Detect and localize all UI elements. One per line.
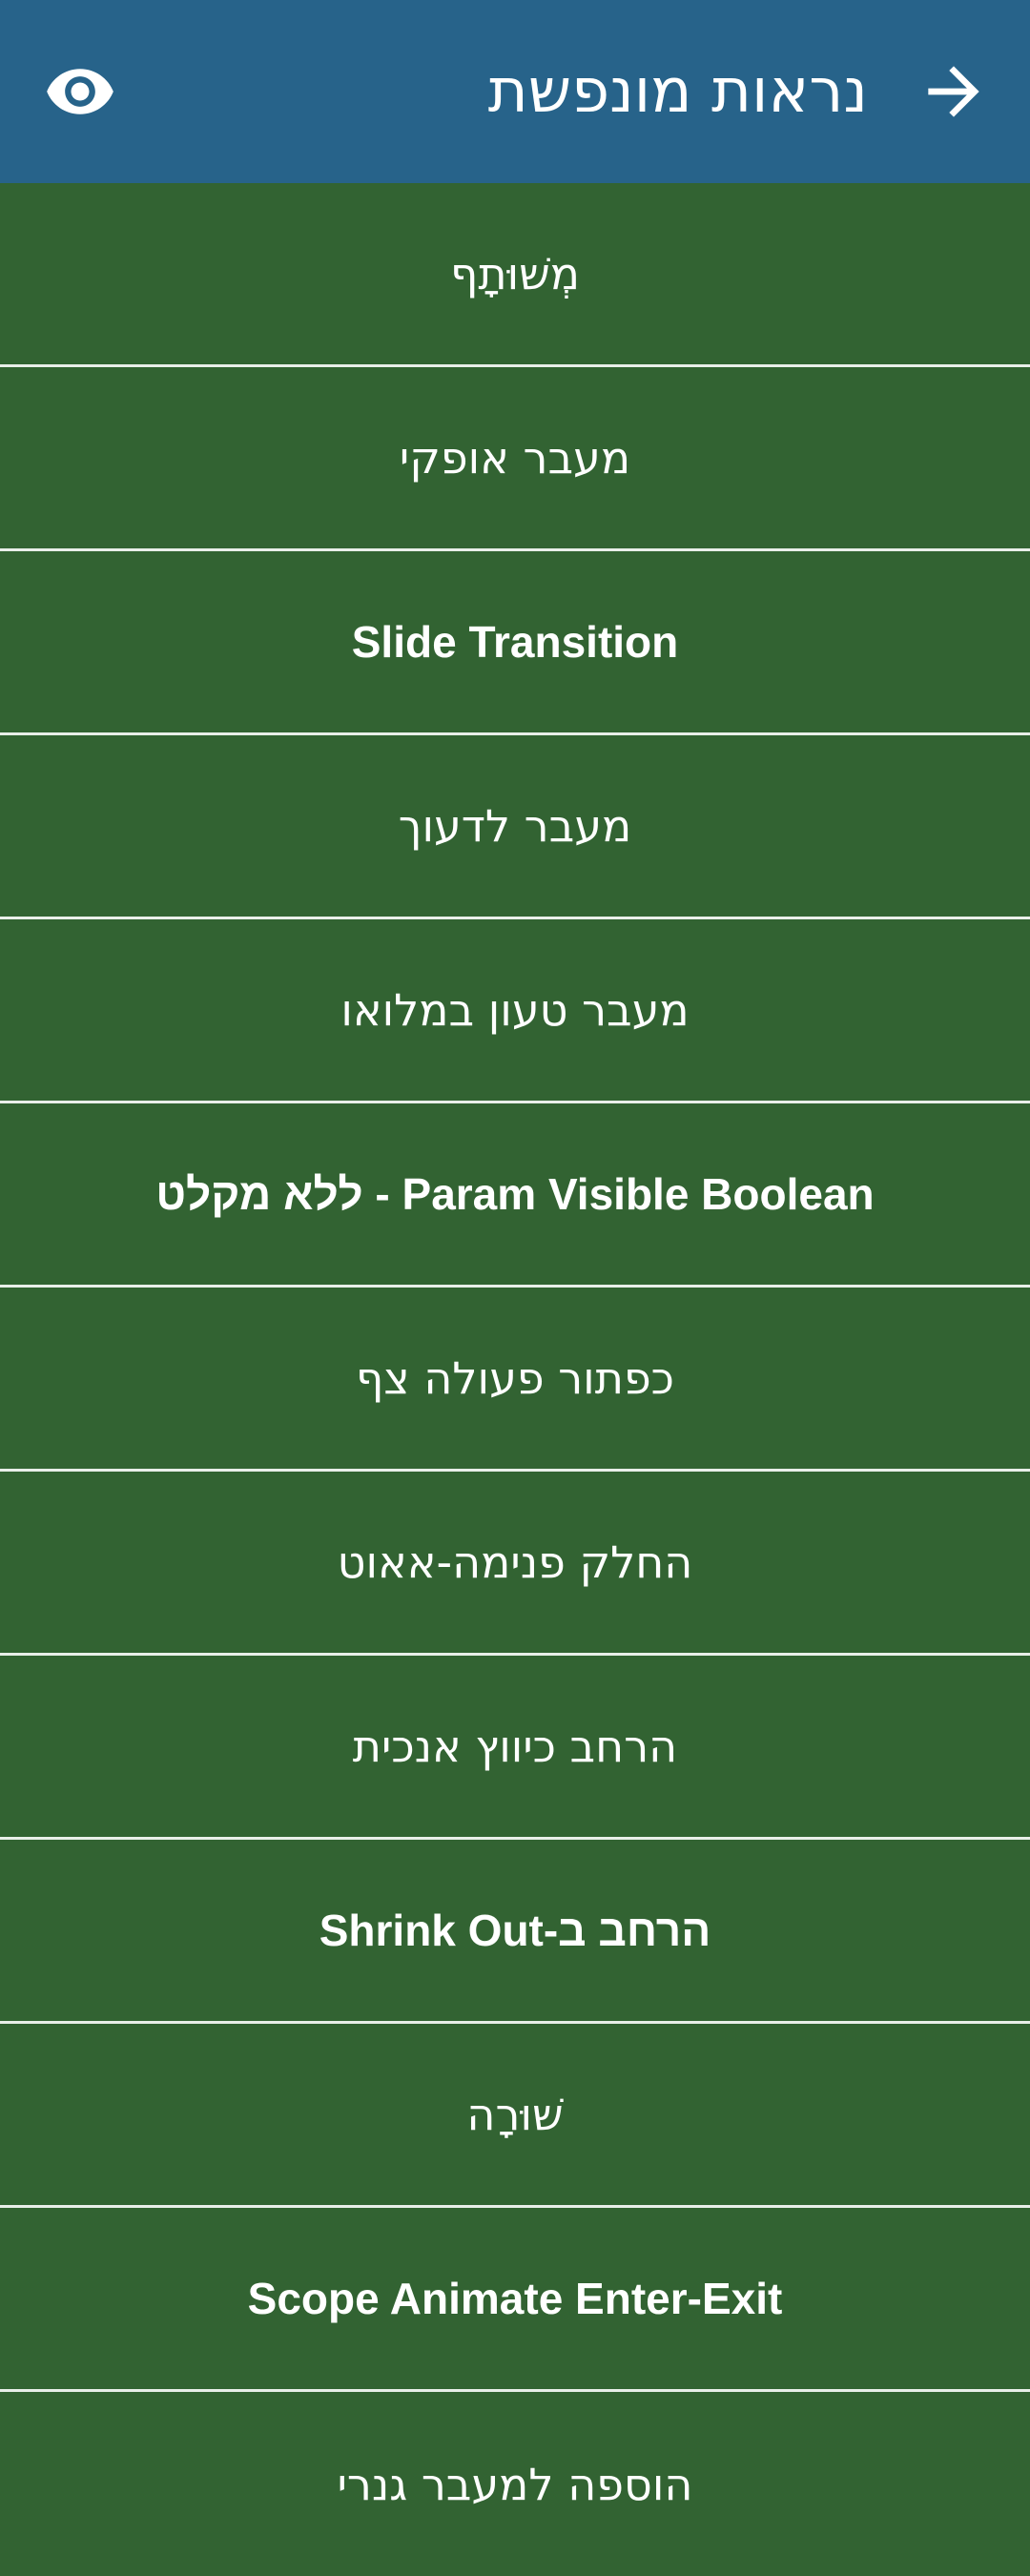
eye-icon[interactable]	[44, 55, 116, 128]
list-item-floating-action-button[interactable]: כפתור פעולה צף	[0, 1288, 1030, 1472]
page-title: נראות מונפשת	[487, 56, 868, 127]
list-item-expand-shrink-vertically[interactable]: הרחב כיווץ אנכית	[0, 1656, 1030, 1840]
arrow-right-icon[interactable]	[916, 53, 992, 130]
list-item-expand-in-shrink-out[interactable]: הרחב ב-Shrink Out	[0, 1840, 1030, 2024]
demo-list: מְשׁוּתָף מעבר אופקי Slide Transition מע…	[0, 183, 1030, 2576]
list-item-param-visible-boolean[interactable]: Param Visible Boolean - ללא מקלט	[0, 1103, 1030, 1288]
list-item-scope-animate-enter-exit[interactable]: Scope Animate Enter-Exit	[0, 2208, 1030, 2392]
list-item-row[interactable]: שׁוּרָה	[0, 2024, 1030, 2208]
app-bar: נראות מונפשת	[0, 0, 1030, 183]
list-item-horizontal-transition[interactable]: מעבר אופקי	[0, 367, 1030, 551]
list-item-slide-in-out[interactable]: החלק פנימה-אאוט	[0, 1472, 1030, 1656]
list-item-fade-transition[interactable]: מעבר לדעוך	[0, 735, 1030, 919]
list-item-shared[interactable]: מְשׁוּתָף	[0, 183, 1030, 367]
list-item-fully-loaded-transition[interactable]: מעבר טעון במלואו	[0, 919, 1030, 1103]
list-item-slide-transition[interactable]: Slide Transition	[0, 551, 1030, 735]
list-item-add-generic-transition[interactable]: הוספה למעבר גנרי	[0, 2392, 1030, 2576]
